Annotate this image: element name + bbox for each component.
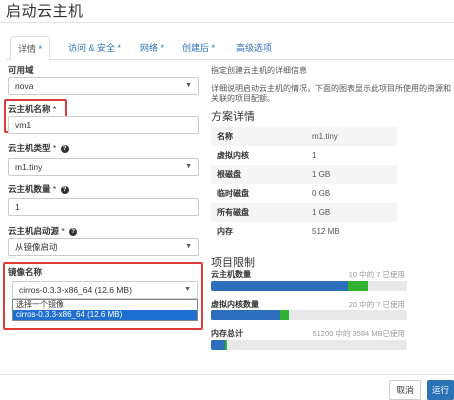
flavor-select[interactable]: m1.tiny ▼ <box>8 158 199 176</box>
tab-post-creation[interactable]: 创建后 * <box>178 36 219 60</box>
table-row: 内存 512 MB <box>211 222 397 241</box>
instance-count-input[interactable]: 1 <box>8 198 199 216</box>
required-marker: * <box>50 184 57 194</box>
flavor-label-text: 云主机类型 <box>8 143 51 153</box>
detail-value: 512 MB <box>312 227 340 236</box>
table-row: 临时磁盘 0 GB <box>211 184 397 203</box>
limit-vcpus-bar <box>211 310 407 320</box>
chevron-down-icon: ▼ <box>185 243 192 250</box>
image-name-value: cirros-0.3.3-x86_64 (12.6 MB) <box>19 285 132 295</box>
table-row: 根磁盘 1 GB <box>211 165 397 184</box>
tab-label: 网络 <box>140 43 159 53</box>
boot-source-label-text: 云主机启动源 <box>8 226 60 236</box>
limit-vcpus-label: 虚拟内核数量 <box>211 300 259 309</box>
required-marker: * <box>59 226 65 236</box>
added-fill <box>279 310 290 320</box>
instance-count-label: 云主机数量 * ? <box>8 183 69 195</box>
image-option-selected[interactable]: cirros-0.3.3-x86_64 (12.6 MB) <box>13 310 197 320</box>
instance-count-value: 1 <box>15 202 20 212</box>
required-marker: * <box>50 143 57 153</box>
detail-name: 名称 <box>217 132 233 141</box>
instance-name-value: vm1 <box>15 120 32 130</box>
chevron-down-icon: ▼ <box>185 82 192 89</box>
used-fill <box>211 340 225 350</box>
tab-required-marker: * <box>36 44 43 54</box>
limit-ram-label: 内存总计 <box>211 329 243 338</box>
tab-required-marker: * <box>115 43 122 53</box>
launch-button[interactable]: 运行 <box>427 380 454 400</box>
detail-value: 1 GB <box>312 170 331 179</box>
limit-instances-info: 10 中的 7 已使用 <box>348 270 405 279</box>
instance-count-label-text: 云主机数量 <box>8 184 51 194</box>
table-row: 所有磁盘 1 GB <box>211 203 397 222</box>
instance-name-label-text: 云主机名称 <box>8 104 51 114</box>
detail-name: 内存 <box>217 227 233 236</box>
limit-ram-bar <box>211 340 407 350</box>
availability-zone-select[interactable]: nova ▼ <box>8 77 199 95</box>
help-icon[interactable]: ? <box>60 144 69 153</box>
detail-name: 虚拟内核 <box>217 151 249 160</box>
cancel-button[interactable]: 取消 <box>389 380 421 400</box>
image-dropdown-list: 选择一个镜像 cirros-0.3.3-x86_64 (12.6 MB) <box>12 299 198 321</box>
detail-name: 所有磁盘 <box>217 208 249 217</box>
chevron-down-icon: ▼ <box>184 286 191 293</box>
detail-value: 0 GB <box>312 189 331 198</box>
used-fill <box>211 310 280 320</box>
limit-instances-label: 云主机数量 <box>211 270 251 279</box>
intro-text: 详细说明启动云主机的情况，下面的图表显示此项目所使用的资源和关联的项目配额。 <box>211 84 451 103</box>
tab-details[interactable]: 详情 * <box>10 36 50 60</box>
detail-value: m1.tiny <box>312 132 338 141</box>
instance-name-input[interactable]: vm1 <box>8 116 199 134</box>
added-fill <box>348 281 368 291</box>
tab-label: 访问 & 安全 <box>68 43 116 53</box>
dialog-title: 启动云主机 <box>6 3 84 20</box>
image-option[interactable]: 选择一个镜像 <box>13 300 197 310</box>
flavor-label: 云主机类型 * ? <box>8 142 69 154</box>
instance-name-label: 云主机名称 * <box>8 103 56 115</box>
table-row: 名称 m1.tiny <box>211 127 397 146</box>
tab-label: 详情 <box>17 44 36 54</box>
footer-divider <box>0 374 454 375</box>
chevron-down-icon: ▼ <box>185 163 192 170</box>
boot-source-select[interactable]: 从镜像启动 ▼ <box>8 238 199 256</box>
tab-required-marker: * <box>158 43 165 53</box>
image-name-label: 镜像名称 <box>8 267 43 277</box>
availability-zone-label: 可用域 <box>8 65 34 75</box>
boot-source-label: 云主机启动源 * ? <box>8 225 78 237</box>
boot-source-value: 从镜像启动 <box>15 242 58 252</box>
availability-zone-value: nova <box>15 81 34 91</box>
project-limits-heading: 项目限制 <box>211 257 255 269</box>
tab-networking[interactable]: 网络 * <box>136 36 168 60</box>
detail-name: 临时磁盘 <box>217 189 249 198</box>
detail-value: 1 <box>312 151 317 160</box>
detail-value: 1 GB <box>312 208 331 217</box>
tab-required-marker: * <box>209 43 216 53</box>
flavor-details-table: 名称 m1.tiny 虚拟内核 1 根磁盘 1 GB 临时磁盘 0 GB 所有磁盘 1 G… <box>211 127 397 241</box>
tab-label: 创建后 <box>182 43 210 53</box>
tab-bar: 详情 * 访问 & 安全 * 网络 * 创建后 * 高级选项 <box>6 36 454 60</box>
tab-access-security[interactable]: 访问 & 安全 * <box>64 36 125 60</box>
table-row: 虚拟内核 1 <box>211 146 397 165</box>
help-icon[interactable]: ? <box>60 185 69 194</box>
intro-title: 指定创建云主机的详细信息 <box>211 66 307 75</box>
limit-vcpus-info: 20 中的 7 已使用 <box>348 300 405 309</box>
limit-ram-info: 51200 中的 3584 MB已使用 <box>312 329 405 338</box>
tab-label: 高级选项 <box>236 43 273 53</box>
required-marker: * <box>50 104 57 114</box>
detail-name: 根磁盘 <box>217 170 241 179</box>
image-name-select[interactable]: cirros-0.3.3-x86_64 (12.6 MB) ▼ <box>12 281 198 299</box>
flavor-value: m1.tiny <box>15 162 43 172</box>
added-fill <box>224 340 227 350</box>
used-fill <box>211 281 349 291</box>
title-divider <box>0 22 454 23</box>
flavor-details-heading: 方案详情 <box>211 111 255 123</box>
limit-instances-bar <box>211 281 407 291</box>
tab-advanced-options[interactable]: 高级选项 <box>232 36 276 60</box>
help-icon[interactable]: ? <box>69 227 78 236</box>
